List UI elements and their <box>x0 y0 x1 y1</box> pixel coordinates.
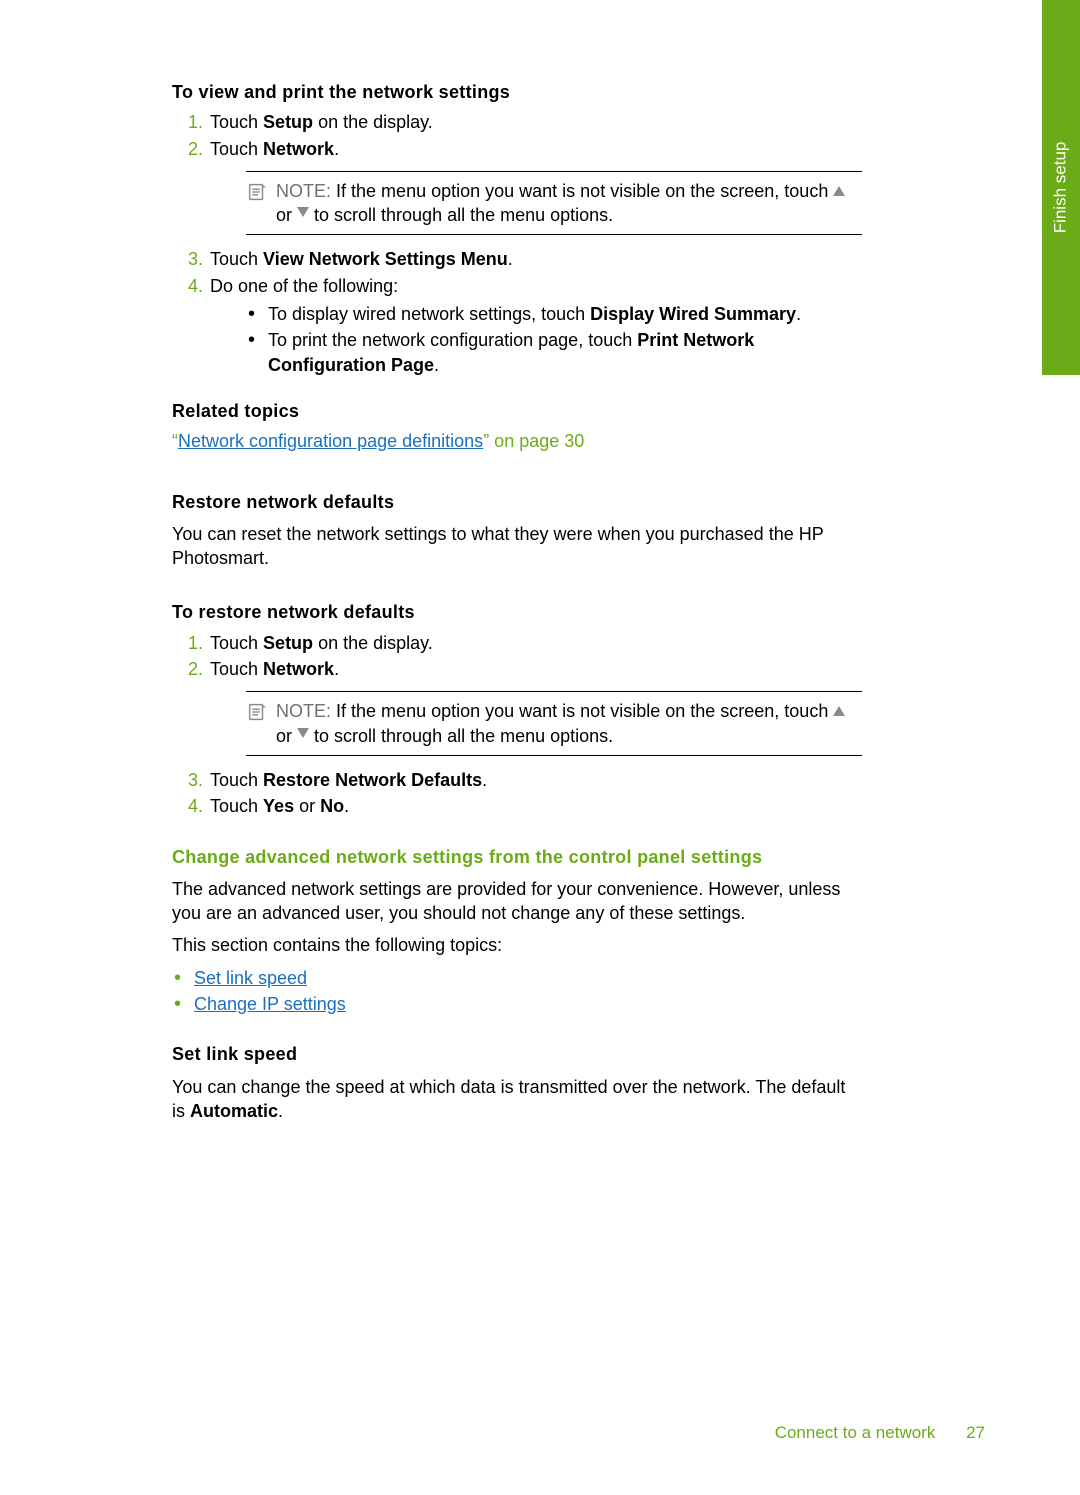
bullet-text: . <box>434 355 439 375</box>
step-item: Touch Restore Network Defaults. <box>208 768 862 792</box>
document-page: Finish setup To view and print the netwo… <box>0 0 1080 1495</box>
quote-text: ” on page 30 <box>483 431 584 451</box>
step-text: or <box>294 796 320 816</box>
bullet-text: . <box>796 304 801 324</box>
bullet-text: To display wired network settings, touch <box>268 304 590 324</box>
step-text: Touch <box>210 139 263 159</box>
bullet-item: To print the network configuration page,… <box>246 328 862 377</box>
step-text: . <box>482 770 487 790</box>
bullet-item: To display wired network settings, touch… <box>246 302 862 326</box>
link-network-config-definitions[interactable]: Network configuration page definitions <box>178 431 483 451</box>
link-change-ip-settings[interactable]: Change IP settings <box>194 994 346 1014</box>
bullet-text: To print the network configuration page,… <box>268 330 637 350</box>
ui-term: Yes <box>263 796 294 816</box>
heading-set-link-speed: Set link speed <box>172 1042 862 1066</box>
footer-page-number: 27 <box>966 1423 985 1442</box>
page-content: To view and print the network settings T… <box>172 80 862 1123</box>
ui-term: No <box>320 796 344 816</box>
related-topics-line: “Network configuration page definitions”… <box>172 429 862 453</box>
ui-term: Network <box>263 659 334 679</box>
note-block: NOTE: If the menu option you want is not… <box>246 171 862 236</box>
step-text: Touch <box>210 633 263 653</box>
note-text: to scroll through all the menu options. <box>309 726 613 746</box>
heading-restore-defaults: Restore network defaults <box>172 490 862 514</box>
heading-advanced-settings: Change advanced network settings from th… <box>172 845 862 869</box>
step-text: Touch <box>210 796 263 816</box>
note-icon <box>246 701 268 723</box>
step-text: on the display. <box>313 112 433 132</box>
note-block: NOTE: If the menu option you want is not… <box>246 691 862 756</box>
step-text: . <box>334 659 339 679</box>
step-item: Touch Network. <box>208 137 862 236</box>
advanced-paragraph-1: The advanced network settings are provid… <box>172 877 862 926</box>
advanced-topic-links: Set link speed Change IP settings <box>172 966 862 1017</box>
ui-term: View Network Settings Menu <box>263 249 508 269</box>
note-text: If the menu option you want is not visib… <box>336 181 833 201</box>
ui-term: Setup <box>263 633 313 653</box>
step-text: Touch <box>210 249 263 269</box>
footer-section-name: Connect to a network <box>775 1423 936 1442</box>
link-speed-paragraph: You can change the speed at which data i… <box>172 1075 862 1124</box>
step-text: Touch <box>210 659 263 679</box>
step-item: Touch Network. <box>208 657 862 756</box>
topic-link-item: Set link speed <box>172 966 862 990</box>
note-text: or <box>276 726 297 746</box>
down-arrow-icon <box>297 728 309 738</box>
step-item: Touch Setup on the display. <box>208 631 862 655</box>
step-text: Do one of the following: <box>210 276 398 296</box>
related-topics-heading: Related topics <box>172 399 862 423</box>
topic-link-item: Change IP settings <box>172 992 862 1016</box>
step-item: Touch View Network Settings Menu. <box>208 247 862 271</box>
up-arrow-icon <box>833 186 845 196</box>
note-text: to scroll through all the menu options. <box>309 205 613 225</box>
advanced-paragraph-2: This section contains the following topi… <box>172 933 862 957</box>
note-body: NOTE: If the menu option you want is not… <box>276 179 862 228</box>
ui-term: Network <box>263 139 334 159</box>
step-text: on the display. <box>313 633 433 653</box>
chapter-side-tab: Finish setup <box>1042 0 1080 375</box>
step-text: Touch <box>210 770 263 790</box>
ui-term: Automatic <box>190 1101 278 1121</box>
steps-view-print: Touch Setup on the display. Touch Networ… <box>172 110 862 377</box>
note-icon <box>246 181 268 203</box>
procedure-title-restore: To restore network defaults <box>172 600 862 624</box>
step-item: Touch Yes or No. <box>208 794 862 818</box>
step-text: Touch <box>210 112 263 132</box>
procedure-title-view-print: To view and print the network settings <box>172 80 862 104</box>
ui-term: Restore Network Defaults <box>263 770 482 790</box>
step-text: . <box>508 249 513 269</box>
step-item: Do one of the following: To display wire… <box>208 274 862 377</box>
paragraph-text: . <box>278 1101 283 1121</box>
note-text: If the menu option you want is not visib… <box>336 701 833 721</box>
ui-term: Setup <box>263 112 313 132</box>
note-label: NOTE: <box>276 701 331 721</box>
ui-term: Display Wired Summary <box>590 304 796 324</box>
step-text: . <box>334 139 339 159</box>
page-footer: Connect to a network 27 <box>775 1422 985 1445</box>
note-text: or <box>276 205 297 225</box>
step-text: . <box>344 796 349 816</box>
chapter-side-tab-label: Finish setup <box>1050 142 1073 234</box>
step-item: Touch Setup on the display. <box>208 110 862 134</box>
note-label: NOTE: <box>276 181 331 201</box>
steps-restore: Touch Setup on the display. Touch Networ… <box>172 631 862 819</box>
down-arrow-icon <box>297 207 309 217</box>
up-arrow-icon <box>833 706 845 716</box>
restore-paragraph: You can reset the network settings to wh… <box>172 522 862 571</box>
link-set-link-speed[interactable]: Set link speed <box>194 968 307 988</box>
sub-bullets: To display wired network settings, touch… <box>246 302 862 377</box>
note-body: NOTE: If the menu option you want is not… <box>276 699 862 748</box>
